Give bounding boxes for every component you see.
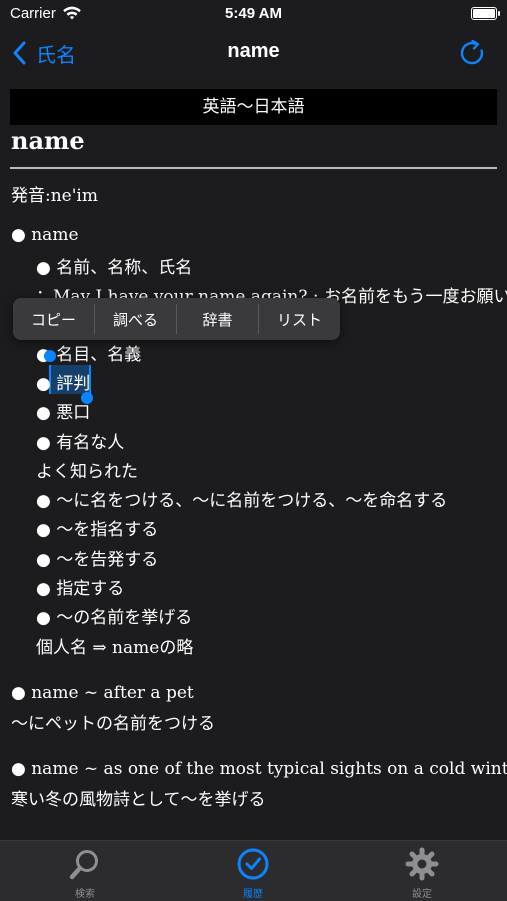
- page-title: name: [227, 40, 280, 62]
- context-menu: コピー 調べる 辞書 リスト: [13, 298, 340, 340]
- gear-icon: [405, 847, 439, 881]
- headword: name: [11, 126, 85, 155]
- tab-settings[interactable]: 設定: [382, 847, 462, 901]
- dictionary-header: 英語～日本語: [10, 89, 497, 125]
- tab-history[interactable]: 履歴: [213, 847, 293, 901]
- search-icon: [69, 850, 98, 880]
- history-icon: [237, 848, 269, 880]
- definition-line: ● ～を告発する: [36, 550, 159, 570]
- navigation-bar: 氏名 name: [0, 30, 507, 78]
- tab-bar: 検索 履歴 設定: [0, 840, 507, 901]
- definition-line: ● ～に名をつける、～に名前をつける、～を命名する: [36, 491, 448, 511]
- selection-start-handle[interactable]: [44, 350, 56, 362]
- definition-line: ● 悪口: [36, 403, 91, 423]
- definition-line: ● 指定する: [36, 579, 125, 599]
- definition-line: ● 評判: [36, 374, 91, 394]
- phrase-translation: ～にペットの名前をつける: [11, 714, 215, 734]
- menu-item-lookup[interactable]: 調べる: [95, 298, 176, 340]
- dictionary-content[interactable]: 英語～日本語 name 発音:ne'im ● name ● 名前、名称、氏名 ：…: [0, 78, 507, 840]
- definition-line: ● ～の名前を挙げる: [36, 608, 193, 628]
- tab-search[interactable]: 検索: [45, 847, 125, 901]
- definition-line: ● ～を指名する: [36, 520, 159, 540]
- definition-line: 個人名 ⇒ nameの略: [36, 638, 194, 658]
- definition-line: ● name: [11, 225, 79, 245]
- divider: [10, 167, 497, 169]
- status-bar: Carrier 5:49 AM: [0, 0, 507, 30]
- pronunciation: 発音:ne'im: [11, 186, 98, 206]
- phrase-line: ● name ~ as one of the most typical sigh…: [11, 759, 507, 779]
- clock: 5:49 AM: [225, 5, 282, 22]
- reload-icon[interactable]: [457, 38, 487, 68]
- phrase-line: ● name ~ after a pet: [11, 683, 194, 703]
- battery-icon: [471, 7, 500, 20]
- definition-line: ● 有名な人: [36, 433, 125, 453]
- tab-search-label: 検索: [75, 889, 95, 900]
- definition-line: ● 名前、名称、氏名: [36, 258, 193, 278]
- menu-item-copy[interactable]: コピー: [13, 298, 94, 340]
- phrase-translation: 寒い冬の風物詩として～を挙げる: [11, 790, 266, 810]
- menu-item-list[interactable]: リスト: [259, 298, 340, 340]
- tab-history-label: 履歴: [243, 889, 263, 900]
- definition-line: よく知られた: [36, 462, 138, 482]
- menu-item-dictionary[interactable]: 辞書: [177, 298, 258, 340]
- tab-settings-label: 設定: [412, 889, 432, 900]
